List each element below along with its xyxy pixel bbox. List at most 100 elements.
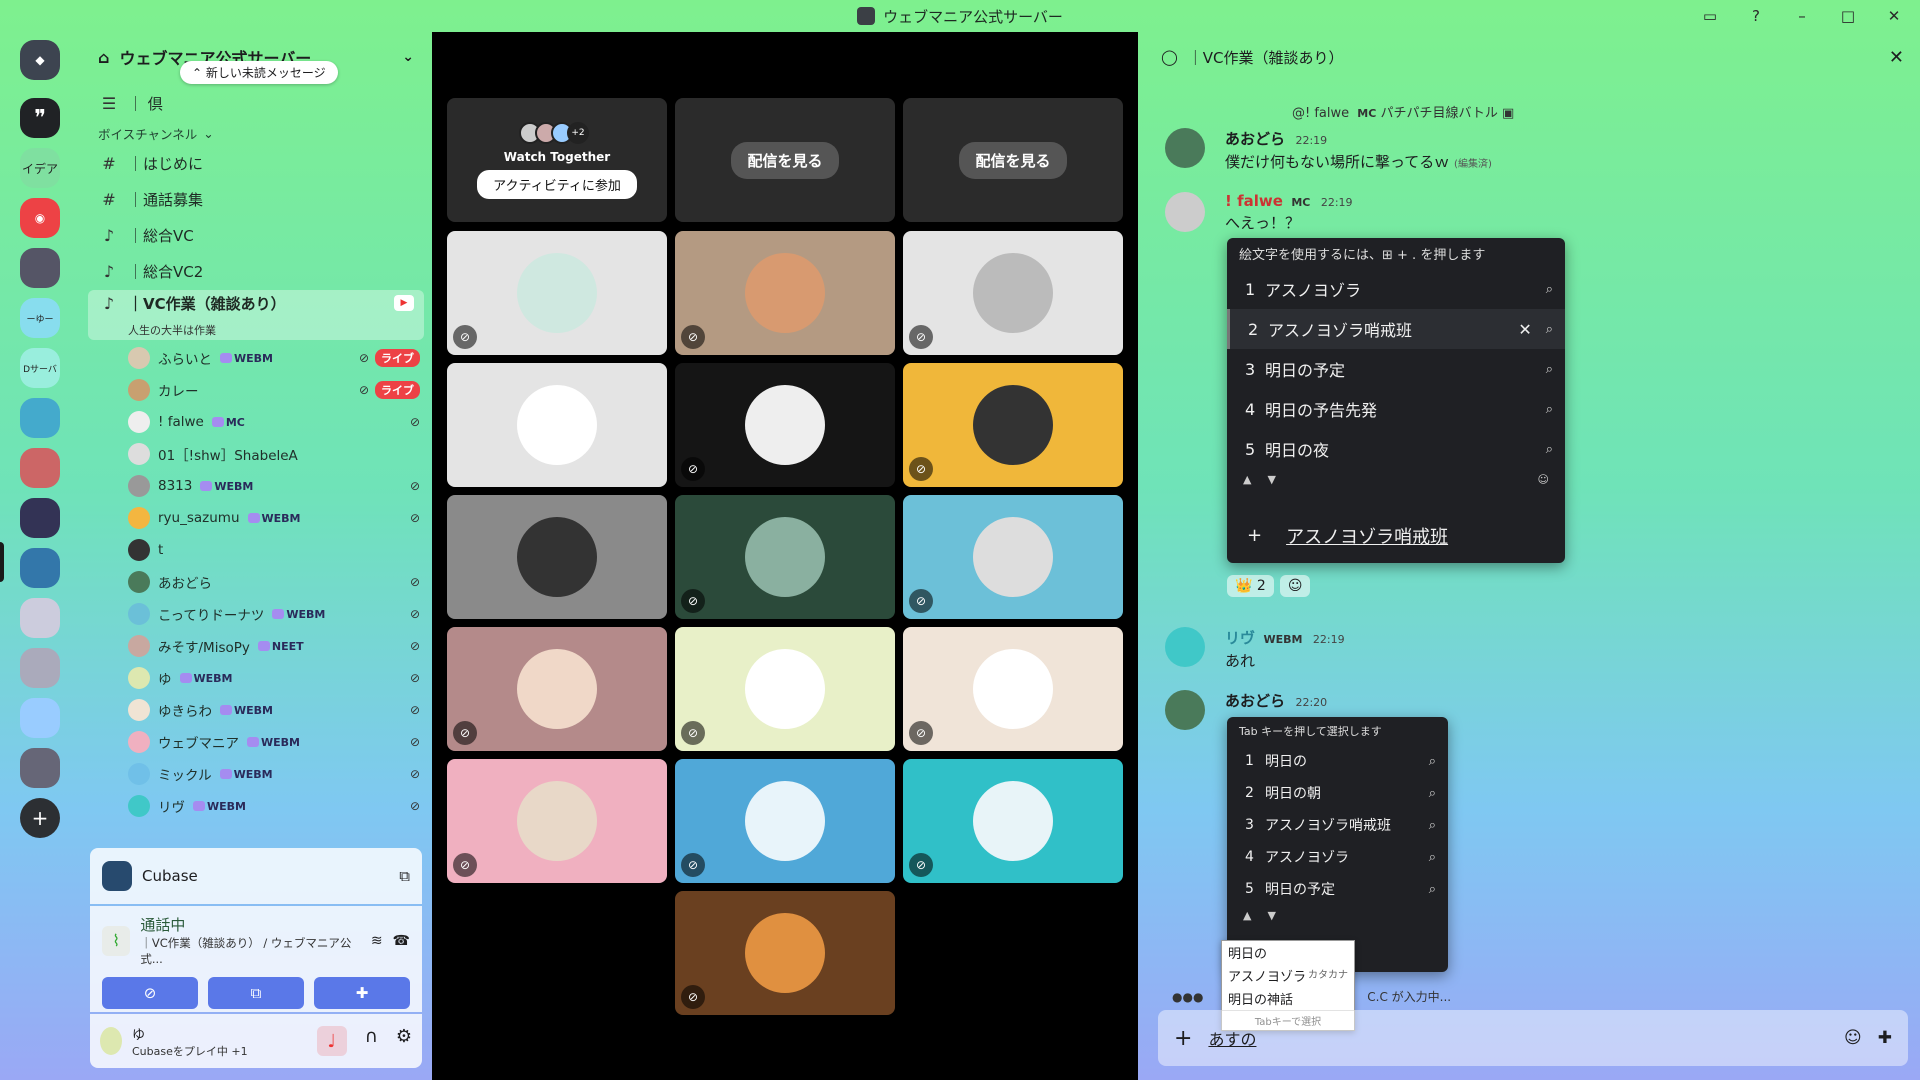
arrow-down-icon[interactable]: ▼ [1267, 473, 1275, 486]
video-tile[interactable]: ⊘ [903, 495, 1123, 619]
message-author[interactable]: リヴ [1225, 629, 1255, 647]
server-building-icon[interactable] [20, 698, 60, 738]
stream-tile[interactable]: 配信を見る [675, 98, 895, 222]
disconnect-icon[interactable]: ☎ [393, 933, 410, 949]
popup-input-value[interactable]: アスノヨゾラ哨戒班 [1286, 523, 1448, 549]
tab-suggestion[interactable]: 3 アスノヨゾラ哨戒班 ⌕ [1227, 809, 1448, 841]
search-icon[interactable]: ⌕ [1546, 322, 1553, 337]
search-icon[interactable]: ⌕ [1546, 442, 1553, 457]
ime-candidate[interactable]: アスノヨゾラ カタカナ [1222, 964, 1354, 987]
server-avatar-icon[interactable] [20, 248, 60, 288]
help-icon[interactable]: ? [1744, 4, 1768, 28]
tab-suggestion[interactable]: 5 明日の予定 ⌕ [1227, 873, 1448, 905]
voice-user[interactable]: ゆきらわ WEBM ⊘ [80, 694, 432, 726]
gamepad-icon[interactable]: ✚ [1878, 1028, 1892, 1048]
signal-icon[interactable]: ⌇ [102, 925, 131, 956]
channel-item[interactable]: # ｜はじめに [88, 146, 424, 180]
video-tile[interactable]: ⊘ [903, 231, 1123, 355]
voice-user[interactable]: ふらいと WEBM ⊘ ライブ [80, 342, 432, 374]
avatar[interactable] [100, 1027, 122, 1055]
voice-user[interactable]: あおどら ⊘ [80, 566, 432, 598]
server-idea-icon[interactable]: イデア [20, 148, 60, 188]
add-reaction-icon[interactable]: ☺ [1279, 575, 1311, 597]
live-badge[interactable]: ライブ [375, 349, 420, 367]
emoji-suggestion[interactable]: 4 明日の予告先発 ⌕ [1227, 389, 1565, 429]
minimize-button[interactable]: – [1790, 4, 1814, 28]
emoji-icon[interactable]: ☺ [1844, 1028, 1862, 1048]
close-icon[interactable]: ✕ [1889, 47, 1904, 68]
arrow-up-icon[interactable]: ▲ [1243, 909, 1251, 922]
message-author[interactable]: ! falwe [1225, 192, 1283, 210]
video-tile[interactable]: ⊘ [447, 759, 667, 883]
voice-user[interactable]: t [80, 534, 432, 566]
watch-stream-button[interactable]: 配信を見る [959, 141, 1067, 179]
video-tile[interactable]: ⊘ [675, 231, 895, 355]
avatar[interactable] [1165, 690, 1205, 730]
voice-user[interactable]: ミックル WEBM ⊘ [80, 758, 432, 790]
server-discord-red-icon[interactable]: ◉ [20, 198, 60, 238]
emoji-picker-icon[interactable]: ☺ [1538, 473, 1549, 486]
avatar[interactable] [1165, 627, 1205, 667]
tab-suggestion[interactable]: 4 アスノヨゾラ ⌕ [1227, 841, 1448, 873]
video-tile[interactable] [447, 495, 667, 619]
video-tile[interactable]: ⊘ [675, 363, 895, 487]
emoji-suggestion[interactable]: 5 明日の夜 ⌕ [1227, 429, 1565, 469]
voice-user[interactable]: ウェブマニア WEBM ⊘ [80, 726, 432, 758]
video-tile[interactable]: ⊘ [675, 759, 895, 883]
reaction[interactable]: 👑 2 [1227, 575, 1274, 597]
stream-tile[interactable]: 配信を見る [903, 98, 1123, 222]
server-dark-icon[interactable] [20, 498, 60, 538]
channel-item[interactable]: # ｜通話募集 [88, 182, 424, 216]
search-icon[interactable]: ⌕ [1429, 754, 1436, 769]
tab-suggestion[interactable]: 1 明日の ⌕ [1227, 745, 1448, 777]
noise-suppression-icon[interactable]: ≋ [371, 933, 383, 949]
search-icon[interactable]: ⌕ [1546, 282, 1553, 297]
voice-user[interactable]: ryu_sazumu WEBM ⊘ [80, 502, 432, 534]
server-selected-icon[interactable] [20, 548, 60, 588]
emoji-suggestion[interactable]: 3 明日の予定 ⌕ [1227, 349, 1565, 389]
camera-off-button[interactable]: ⊘ [102, 977, 198, 1009]
discord-home-icon[interactable]: ◆ [20, 40, 60, 80]
avatar[interactable] [1165, 192, 1205, 232]
channel-partial[interactable]: ☰ ｜ 倶 [88, 86, 424, 120]
emoji-suggestion[interactable]: 1 アスノヨゾラ ⌕ [1227, 269, 1565, 309]
search-icon[interactable]: ⌕ [1546, 362, 1553, 377]
video-tile[interactable]: ⊘ [903, 759, 1123, 883]
category-voice[interactable]: ボイスチャンネル ⌄ [80, 122, 432, 144]
search-icon[interactable]: ⌕ [1429, 786, 1436, 801]
arrow-up-icon[interactable]: ▲ [1243, 473, 1251, 486]
search-icon[interactable]: ⌕ [1429, 818, 1436, 833]
server-anime-icon[interactable] [20, 598, 60, 638]
unread-messages-pill[interactable]: ⌃ 新しい未読メッセージ [180, 61, 338, 84]
screen-share-button[interactable]: ⧉ [208, 977, 304, 1009]
voice-user[interactable]: 01［!shw］ShabeleA [80, 438, 432, 470]
live-badge[interactable]: ライブ [375, 381, 420, 399]
video-tile[interactable]: ⊘ [903, 363, 1123, 487]
watch-together-tile[interactable]: +2 Watch Together アクティビティに参加 [447, 98, 667, 222]
plus-icon[interactable]: + [1174, 1026, 1192, 1051]
server-quote-icon[interactable]: ❞ [20, 98, 60, 138]
live-icon[interactable]: ▶ [394, 295, 414, 311]
voice-user[interactable]: こってりドーナツ WEBM ⊘ [80, 598, 432, 630]
plus-icon[interactable]: + [1247, 525, 1262, 546]
video-tile[interactable] [447, 363, 667, 487]
emoji-suggestion[interactable]: 2 アスノヨゾラ哨戒班 ✕ ⌕ [1227, 309, 1565, 349]
activity-button[interactable]: ✚ [314, 977, 410, 1009]
video-tile[interactable]: ⊘ [447, 231, 667, 355]
activity-panel[interactable]: Cubase ⧉ [90, 848, 422, 904]
server-text2-icon[interactable]: Dサーバ [20, 348, 60, 388]
channel-item[interactable]: ♪ ｜総合VC [88, 218, 424, 252]
message-author[interactable]: あおどら [1225, 692, 1285, 710]
voice-user[interactable]: リヴ WEBM ⊘ [80, 790, 432, 822]
close-window-button[interactable]: ✕ [1882, 4, 1906, 28]
voice-user[interactable]: みそす/MisoPy NEET ⊘ [80, 630, 432, 662]
server-text-icon[interactable]: ーゆー [20, 298, 60, 338]
inbox-icon[interactable]: ▭ [1698, 4, 1722, 28]
arrow-down-icon[interactable]: ▼ [1267, 909, 1275, 922]
channel-item-active[interactable]: ♪ ｜VC作業（雑談あり） ▶ 人生の大半は作業 [88, 290, 424, 340]
server-red-icon[interactable] [20, 448, 60, 488]
avatar[interactable] [1165, 128, 1205, 168]
server-blue-icon[interactable] [20, 398, 60, 438]
mic-muted-icon[interactable]: ♩ [316, 1026, 347, 1056]
voice-user[interactable]: ゆ WEBM ⊘ [80, 662, 432, 694]
